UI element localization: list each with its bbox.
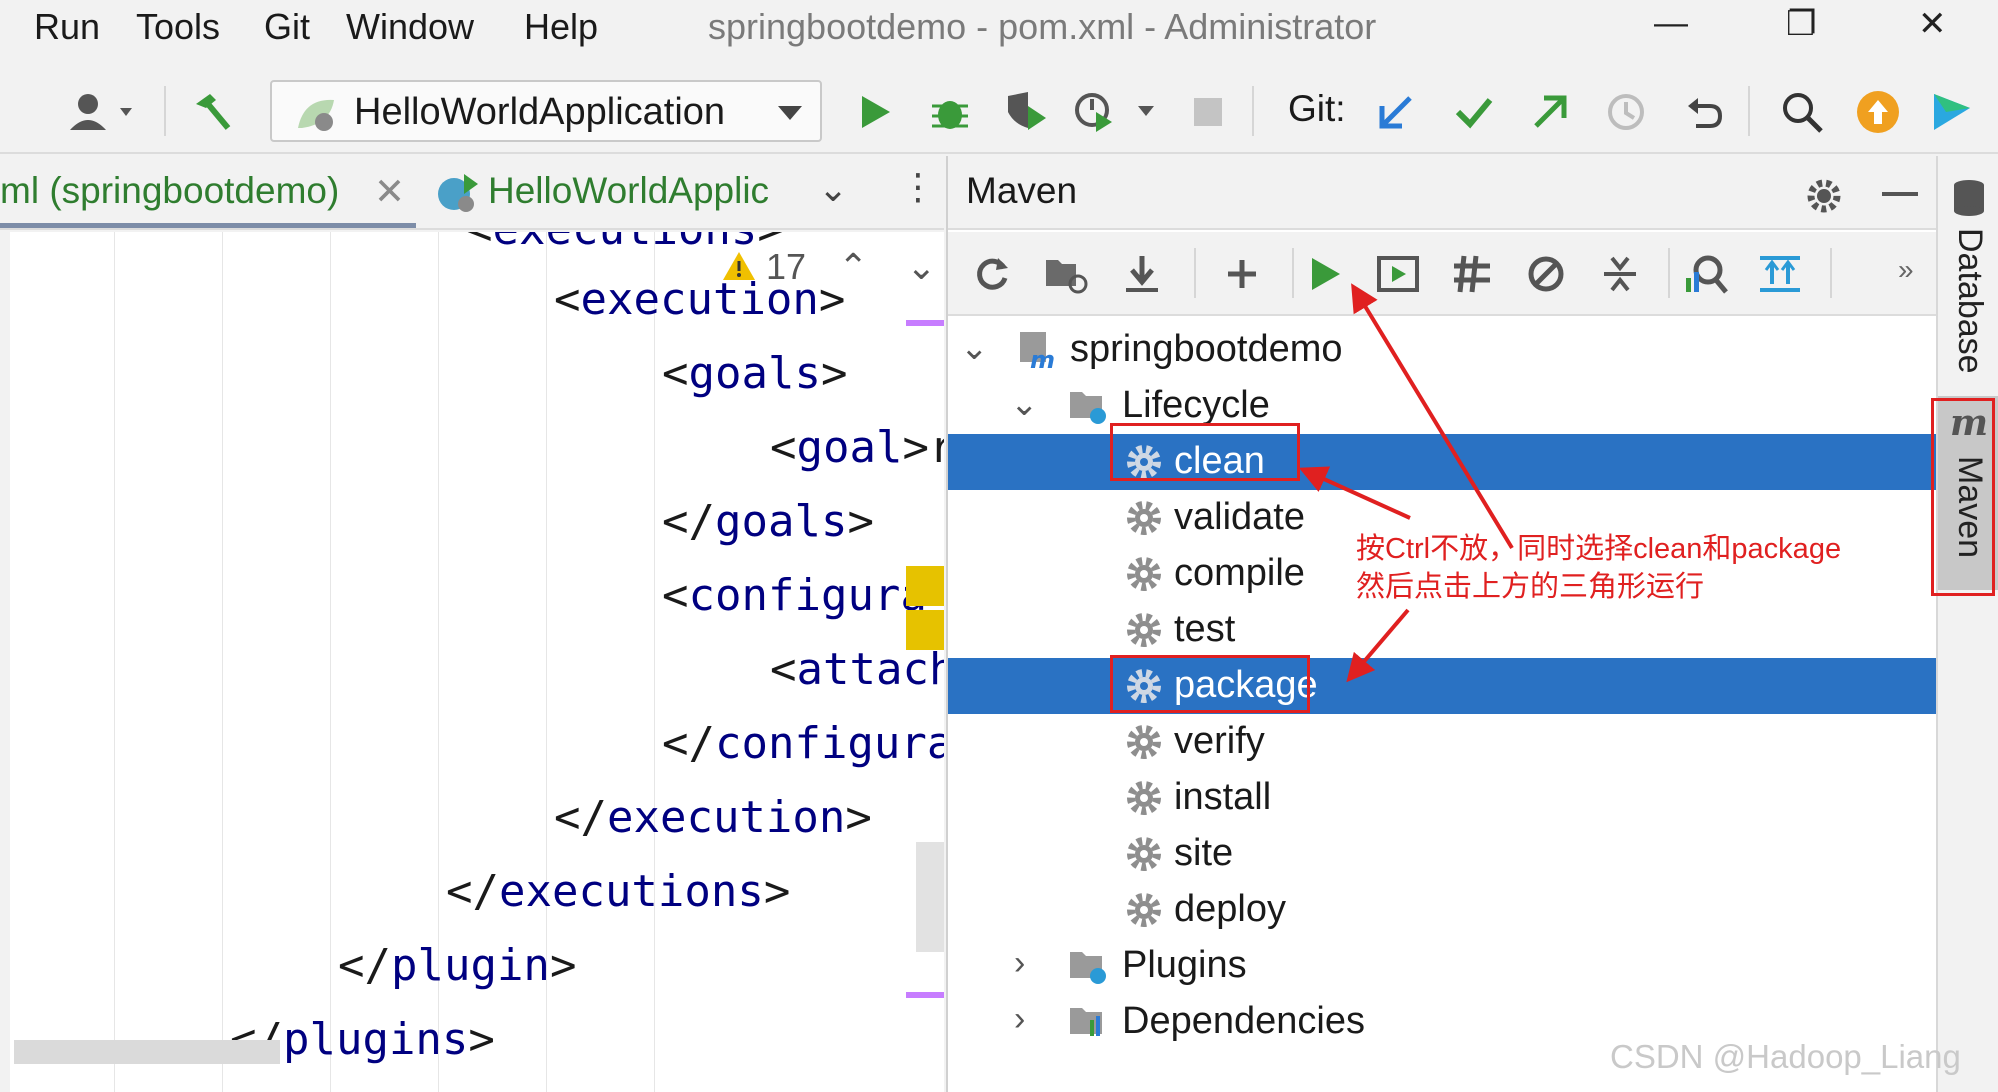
watermark: CSDN @Hadoop_Liang <box>1610 1038 1961 1075</box>
annotation-text: 按Ctrl不放，同时选择clean和package 然后点击上方的三角形运行 <box>1356 530 1841 606</box>
annotation-line-2: 然后点击上方的三角形运行 <box>1356 571 1705 603</box>
annotation-line-1: 按Ctrl不放，同时选择clean和package <box>1356 533 1842 565</box>
ide-window: { "menu": {"run":"Run","tools":"Tools","… <box>0 0 1998 1092</box>
